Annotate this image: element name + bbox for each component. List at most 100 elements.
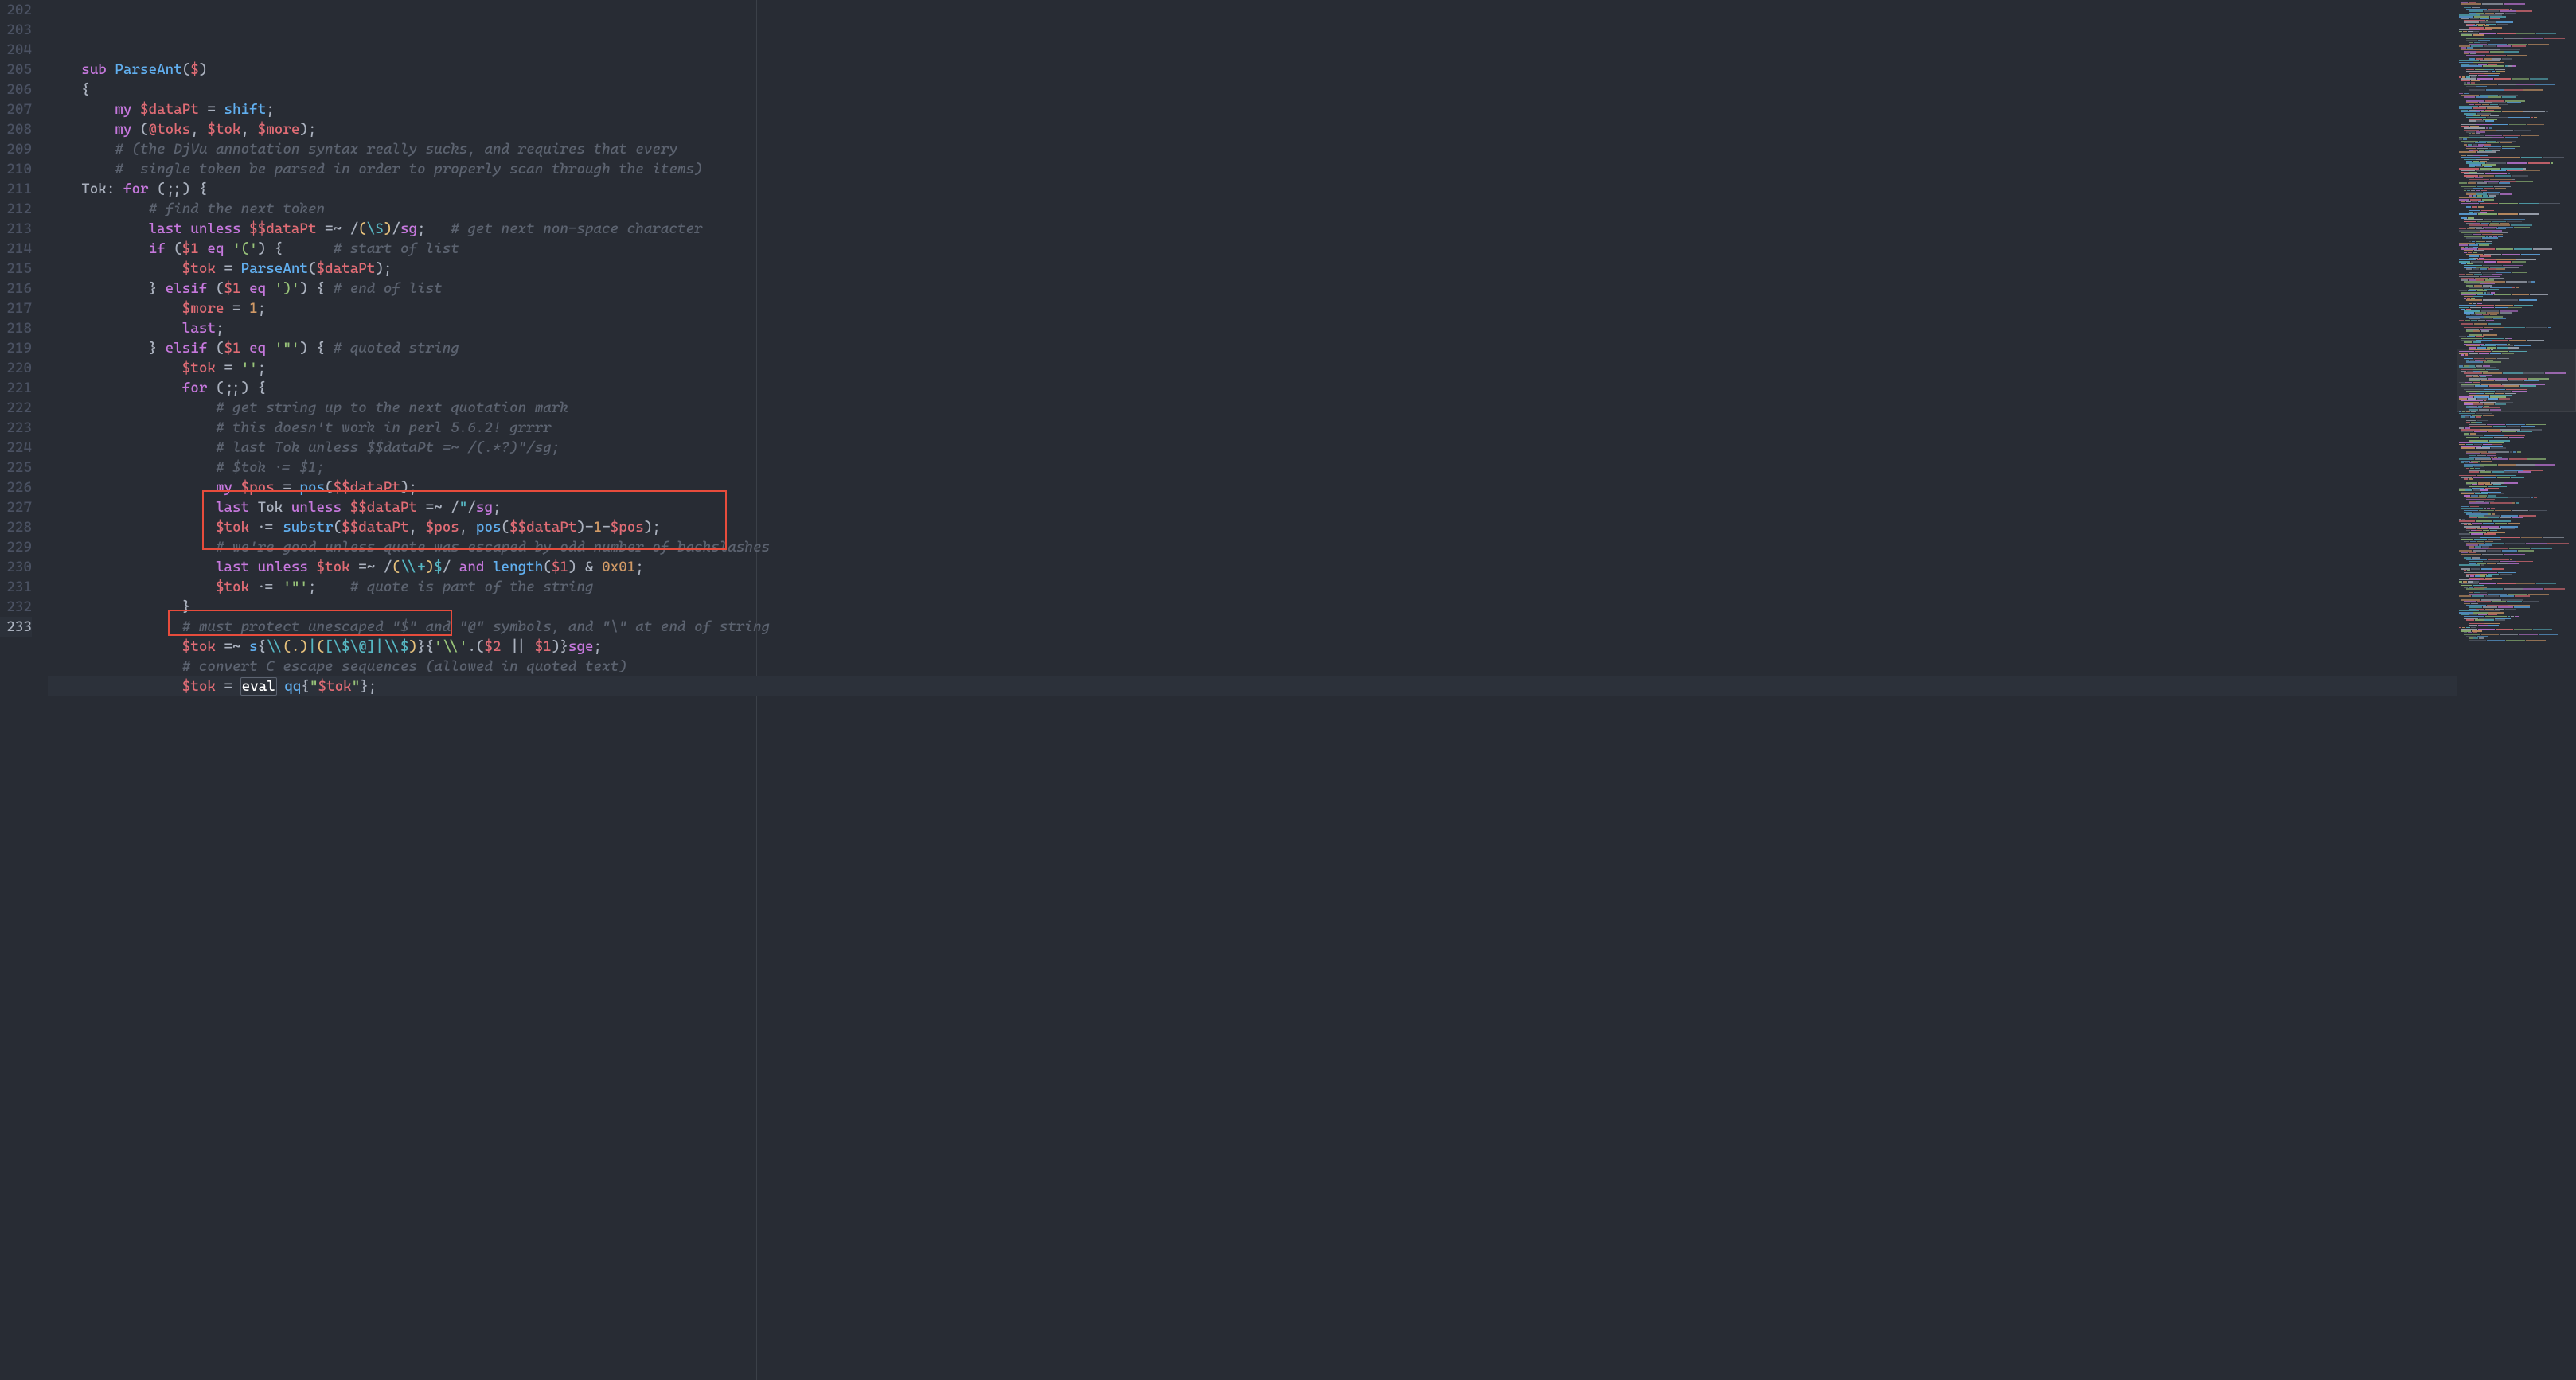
token: \\+ [400,559,426,575]
line-number: 232 [0,597,32,617]
code-line[interactable]: for (;;) { [48,378,2457,398]
token: ; [493,499,502,516]
token [48,400,216,416]
token [232,479,241,496]
code-line[interactable]: last unless $$dataPt =~ /(\S)/sg; # get … [48,219,2457,239]
code-line[interactable]: my $pos = pos($$dataPt); [48,478,2457,497]
minimap-viewport[interactable] [2457,349,2576,412]
token: '(' [232,240,258,257]
token: '' [241,360,258,376]
token: last [216,499,249,516]
line-number: 229 [0,537,32,557]
line-number: 224 [0,438,32,458]
token: ) [409,638,418,655]
token: $tok [207,121,240,138]
code-line[interactable]: # find the next token [48,199,2457,219]
token: 1 [594,519,603,536]
code-line[interactable]: $tok .= '"'; # quote is part of the stri… [48,577,2457,597]
code-line[interactable]: # (the DjVu annotation syntax really suc… [48,139,2457,159]
line-number: 216 [0,279,32,298]
token: ; [258,300,267,317]
token: $more [258,121,300,138]
code-line[interactable]: } elsif ($1 eq '"') { # quoted string [48,338,2457,358]
code-line[interactable]: { [48,80,2457,99]
token: # get string up to the next quotation ma… [216,400,568,416]
token: substr [283,519,333,536]
token: last [182,320,216,337]
token: and [459,559,485,575]
token [241,220,250,237]
token: eq [249,340,266,357]
code-line[interactable]: $tok = eval qq{"$tok"}; [48,676,2457,696]
code-line[interactable]: # $tok .= $1; [48,458,2457,478]
code-line[interactable]: sub ParseAnt($) [48,60,2457,80]
code-line[interactable]: # convert C escape sequences (allowed in… [48,657,2457,676]
token: ; [258,360,267,376]
token [224,240,232,257]
token: ; [417,220,451,237]
code-line[interactable]: last unless $tok =~ /(\\+)$/ and length(… [48,557,2457,577]
token [451,559,459,575]
token: / [443,559,451,575]
token: 1 [249,300,258,317]
token: ( [131,121,148,138]
code-area[interactable]: sub ParseAnt($) { my $dataPt = shift; my… [48,0,2457,1380]
code-line[interactable]: last Tok unless $$dataPt =~ /"/sg; [48,497,2457,517]
token: } [48,598,190,615]
code-line[interactable]: # get string up to the next quotation ma… [48,398,2457,418]
minimap[interactable] [2457,0,2576,1380]
code-line[interactable]: my $dataPt = shift; [48,99,2457,119]
code-line[interactable]: # single token be parsed in order to pro… [48,159,2457,179]
token: ) [426,559,435,575]
token: || [502,638,535,655]
token: $1 [552,559,568,575]
token [48,181,81,197]
code-line[interactable]: my (@toks, $tok, $more); [48,119,2457,139]
code-line[interactable]: # must protect unescaped "$" and "@" sym… [48,617,2457,637]
token: ( [325,479,334,496]
token [48,459,216,476]
token: pos [476,519,502,536]
token [48,519,216,536]
token: ) { [299,340,333,357]
token: # single token be parsed in order to pro… [115,161,702,177]
code-line[interactable]: $tok .= substr($$dataPt, $pos, pos($$dat… [48,517,2457,537]
token: $pos [241,479,275,496]
token: ); [400,479,417,496]
token: , [190,121,207,138]
token: # quoted string [334,340,459,357]
code-editor[interactable]: 2022032042052062072082092102112122132142… [0,0,2457,1380]
token: s [249,638,258,655]
code-line[interactable]: } [48,597,2457,617]
line-number: 226 [0,478,32,497]
code-line[interactable]: # last Tok unless $$dataPt =~ /(.*?)"/sg… [48,438,2457,458]
token: # start of list [334,240,459,257]
token [241,340,250,357]
token [308,559,317,575]
code-line[interactable]: # we're good unless quote was escaped by… [48,537,2457,557]
code-line[interactable]: $tok = ''; [48,358,2457,378]
token: / [392,220,400,237]
token: $pos [611,519,644,536]
code-line[interactable]: last; [48,318,2457,338]
token: $tok [182,360,216,376]
code-line[interactable]: $tok =~ s{\\(.)|([\$\@]|\\$)}{'\\'.($2 |… [48,637,2457,657]
token: = [199,101,224,118]
line-number: 231 [0,577,32,597]
token: $1 [182,240,199,257]
token: (;;) { [149,181,208,197]
token: length [493,559,543,575]
token: ( [392,559,400,575]
code-line[interactable]: Tok: for (;;) { [48,179,2457,199]
code-line[interactable]: $more = 1; [48,298,2457,318]
line-number: 220 [0,358,32,378]
token [276,678,285,695]
code-line[interactable]: if ($1 eq '(') { # start of list [48,239,2457,259]
code-line[interactable]: } elsif ($1 eq ')') { # end of list [48,279,2457,298]
code-line[interactable]: $tok = ParseAnt($dataPt); [48,259,2457,279]
token: ] [367,638,376,655]
token [48,300,182,317]
token [48,499,216,516]
code-line[interactable]: # this doesn't work in perl 5.6.2! grrrr [48,418,2457,438]
token: pos [299,479,325,496]
